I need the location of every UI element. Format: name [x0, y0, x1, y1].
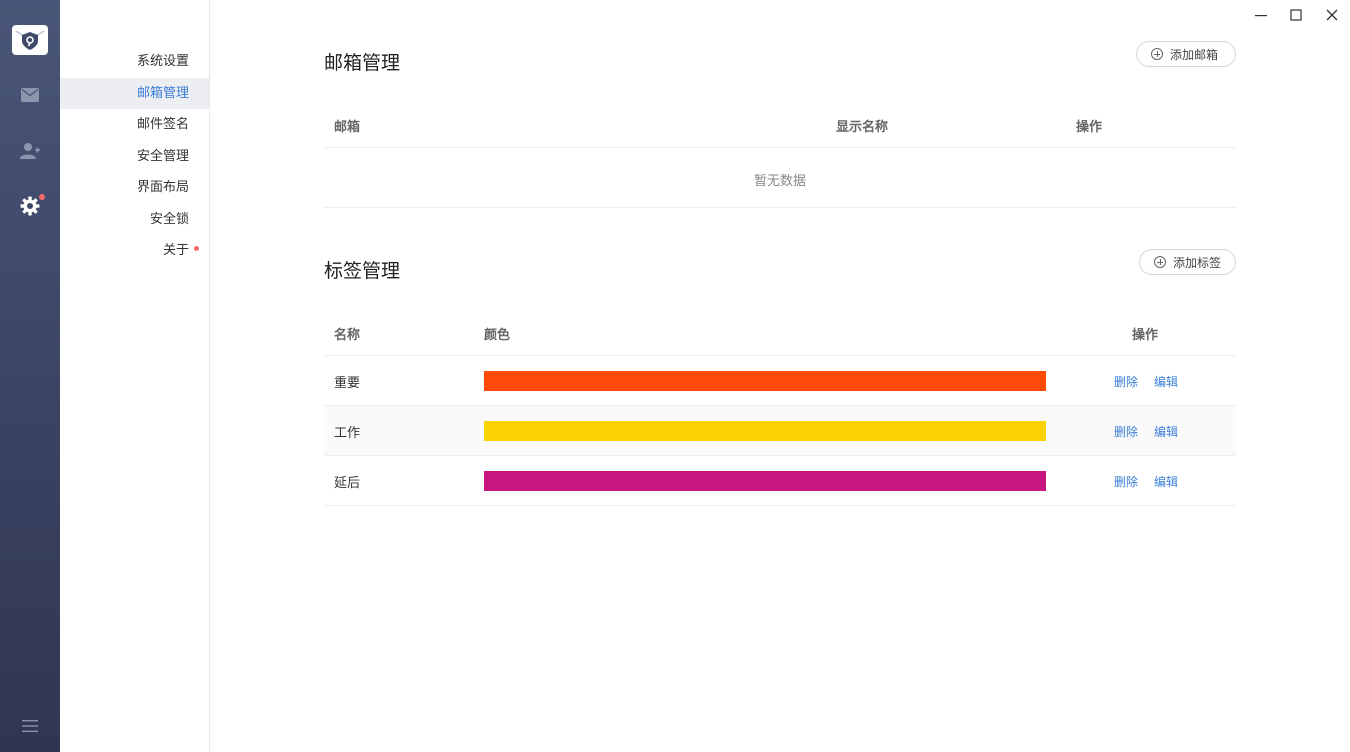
gear-icon: [20, 196, 40, 216]
add-mailbox-button[interactable]: 添加邮箱: [1136, 41, 1236, 67]
mailbox-section-title: 邮箱管理: [324, 52, 401, 74]
add-contact-icon: [20, 143, 40, 159]
settings-badge: [39, 194, 45, 200]
rail-mail-button[interactable]: [0, 77, 60, 113]
divider: [324, 505, 1236, 506]
table-row: 重要 删除 编辑: [324, 356, 1236, 406]
delete-tag-link[interactable]: 删除: [1114, 373, 1138, 390]
plus-circle-icon: [1151, 48, 1163, 60]
subnav-item-mail-signature[interactable]: 邮件签名: [60, 109, 209, 140]
edit-tag-link[interactable]: 编辑: [1154, 473, 1178, 490]
mailbox-col-mailbox: 邮箱: [334, 120, 361, 135]
tags-col-name: 名称: [334, 328, 361, 343]
mailbox-col-actions: 操作: [1076, 120, 1103, 135]
table-row: 工作 删除 编辑: [324, 406, 1236, 456]
delete-tag-link[interactable]: 删除: [1114, 423, 1138, 440]
tag-color-swatch[interactable]: [484, 421, 1046, 441]
about-badge: [194, 246, 199, 251]
tag-color-swatch[interactable]: [484, 371, 1046, 391]
envelope-icon: [21, 88, 39, 102]
subnav-item-about[interactable]: 关于: [60, 235, 209, 266]
minimize-icon: [1255, 15, 1267, 17]
tag-name: 工作: [334, 426, 361, 441]
subnav-item-mailbox-management[interactable]: 邮箱管理: [60, 78, 209, 109]
tags-section-title: 标签管理: [324, 260, 401, 282]
tag-color-swatch[interactable]: [484, 471, 1046, 491]
edit-tag-link[interactable]: 编辑: [1154, 423, 1178, 440]
rail-settings-button[interactable]: [0, 188, 60, 224]
rail-menu-button[interactable]: [0, 708, 60, 744]
table-row: 延后 删除 编辑: [324, 456, 1236, 506]
tags-col-actions: 操作: [1132, 328, 1159, 343]
subnav-item-security-lock[interactable]: 安全锁: [60, 204, 209, 235]
tag-name: 延后: [334, 476, 361, 491]
add-mailbox-label: 添加邮箱: [1170, 47, 1219, 62]
divider: [324, 147, 1236, 148]
edit-tag-link[interactable]: 编辑: [1154, 373, 1178, 390]
hamburger-icon: [22, 720, 38, 732]
add-tag-label: 添加标签: [1173, 255, 1222, 270]
app-rail: [0, 0, 60, 752]
maximize-icon: [1290, 9, 1302, 21]
add-tag-button[interactable]: 添加标签: [1139, 249, 1236, 275]
mailbox-col-display-name: 显示名称: [836, 120, 889, 135]
subnav-item-system-settings[interactable]: 系统设置: [60, 46, 209, 77]
close-icon: [1326, 9, 1338, 21]
settings-subnav: 系统设置 邮箱管理 邮件签名 安全管理 界面布局 安全锁 关于: [60, 0, 210, 752]
plus-circle-icon: [1154, 256, 1166, 268]
divider: [324, 207, 1236, 208]
mailbox-empty-text: 暂无数据: [753, 174, 806, 189]
app-logo: [12, 25, 48, 55]
tags-col-color: 颜色: [484, 328, 511, 343]
subnav-item-interface-layout[interactable]: 界面布局: [60, 172, 209, 203]
close-button[interactable]: [1318, 4, 1346, 26]
tag-name: 重要: [334, 376, 361, 391]
rail-contacts-button[interactable]: [0, 133, 60, 169]
subnav-item-about-label: 关于: [162, 243, 189, 258]
subnav-item-security-management[interactable]: 安全管理: [60, 141, 209, 172]
maximize-button[interactable]: [1282, 4, 1310, 26]
minimize-button[interactable]: [1247, 4, 1275, 26]
delete-tag-link[interactable]: 删除: [1114, 473, 1138, 490]
